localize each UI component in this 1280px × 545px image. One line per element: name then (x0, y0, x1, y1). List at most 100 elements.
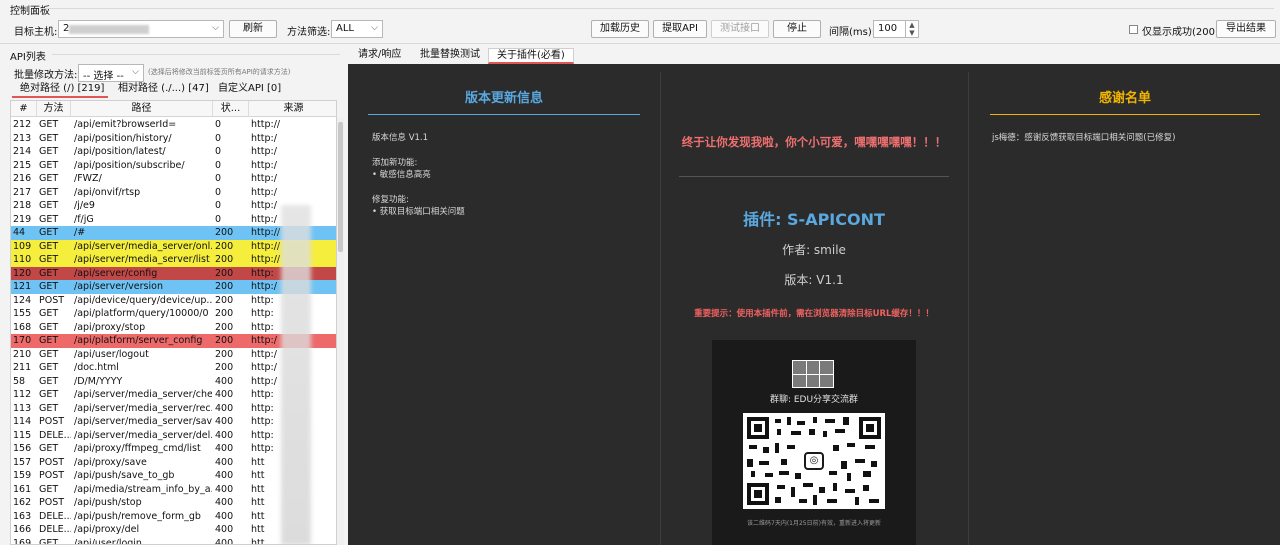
row-method: GET (39, 281, 59, 292)
api-table-header: # 方法 路径 状... 来源 (11, 101, 336, 117)
row-status: 200 (215, 294, 234, 306)
table-row[interactable]: 214 GET/api/position/latest/0 http:/ (11, 145, 336, 159)
row-status: 0 (215, 186, 222, 198)
row-index: 159 (13, 470, 32, 481)
only-success-checkbox[interactable] (1129, 25, 1138, 34)
row-index: 216 (13, 173, 32, 184)
api-list-title: API列表 (10, 52, 46, 63)
row-status: 200 (215, 240, 234, 252)
row-method: GET (39, 132, 59, 144)
row-index: 170 (13, 335, 32, 346)
scrollbar-thumb[interactable] (338, 122, 343, 252)
interval-label: 间隔(ms): (829, 27, 876, 38)
batch-method-label: 批量修改方法: (14, 70, 78, 81)
batch-method-select[interactable]: -- 选择 -- ⌵ (78, 64, 144, 82)
plugin-version: 版本: V1.1 (784, 273, 844, 287)
row-path: /api/proxy/ffmpeg_cmd/list (74, 443, 201, 454)
row-index: 213 (13, 132, 32, 144)
control-panel-title: 控制面板 (10, 6, 50, 17)
method-filter-label: 方法筛选: (287, 27, 331, 38)
test-api-button[interactable]: 测试接口 (711, 20, 769, 38)
row-index: 218 (13, 200, 32, 211)
row-method: GET (39, 254, 59, 265)
api-table: # 方法 路径 状... 来源 212 GET/api/emit?browserI… (10, 100, 337, 545)
fixed-features-title: 修复功能: (372, 195, 409, 205)
column-divider (660, 72, 661, 545)
banner-divider (679, 176, 949, 177)
row-path: /api/proxy/del (74, 524, 140, 535)
row-method: POST (39, 294, 65, 306)
row-index: 156 (13, 443, 32, 454)
row-index: 121 (13, 281, 32, 292)
row-path: /api/user/login (74, 537, 142, 545)
row-status: 200 (215, 321, 234, 333)
column-header-method[interactable]: 方法 (37, 101, 71, 117)
tab-request-response[interactable]: 请求/响应 (358, 48, 401, 64)
tab-relative-paths[interactable]: 相对路径 (./...) [47] (118, 82, 209, 98)
column-header-index[interactable]: # (11, 101, 37, 117)
extract-api-button[interactable]: 提取API (653, 20, 707, 38)
row-path: /api/server/media_server/che... (74, 389, 212, 400)
group-qr-card: 群聊: EDU分享交流群 ◎ 该二维码7天内(1月25日前)有效，重新进入将更新 (712, 340, 916, 545)
table-row[interactable]: 213 GET/api/position/history/0 http:/ (11, 132, 336, 146)
row-path: /doc.html (74, 362, 119, 373)
chevron-down-icon: ⌵ (132, 67, 139, 77)
table-row[interactable]: 216 GET/FWZ/0 http:/ (11, 172, 336, 186)
row-method: GET (39, 173, 59, 184)
row-status: 200 (215, 281, 234, 292)
column-header-source[interactable]: 来源 (249, 101, 336, 117)
column-header-status[interactable]: 状... (213, 101, 249, 117)
row-status: 0 (215, 119, 222, 130)
control-row: 目标主机: 2 ⌵ 刷新 方法筛选: ALL ⌵ 加载历史 提取API 测试接口… (0, 18, 1280, 40)
row-index: 110 (13, 254, 32, 265)
tab-about-plugin[interactable]: 关于插件(必看) (488, 48, 574, 64)
interval-input[interactable]: 100 (873, 20, 906, 38)
row-path: /# (74, 227, 86, 238)
row-index: 214 (13, 146, 32, 157)
row-index: 155 (13, 308, 32, 319)
load-history-button[interactable]: 加载历史 (591, 20, 649, 38)
row-method: GET (39, 119, 59, 130)
table-row[interactable]: 215 GET/api/position/subscribe/0 http:/ (11, 159, 336, 173)
row-status: 400 (215, 470, 234, 481)
tab-absolute-paths[interactable]: 绝对路径 (/) [219] (12, 82, 108, 98)
row-index: 217 (13, 186, 32, 198)
interval-spinner[interactable]: ▲ ▼ (905, 20, 919, 38)
row-status: 200 (215, 348, 234, 360)
export-button[interactable]: 导出结果 (1216, 20, 1276, 38)
only-success-label: 仅显示成功(200) (1142, 27, 1219, 38)
table-row[interactable]: 217 GET/api/onvif/rtsp 0 http:/ (11, 186, 336, 200)
refresh-button[interactable]: 刷新 (229, 20, 277, 38)
group-avatar (792, 360, 834, 388)
row-status: 400 (215, 456, 234, 468)
stop-button[interactable]: 停止 (773, 20, 821, 38)
row-index: 161 (13, 483, 32, 495)
row-index: 112 (13, 389, 32, 400)
row-path: /api/proxy/save (74, 456, 147, 468)
row-source: http:/ (251, 186, 277, 198)
row-status: 0 (215, 132, 222, 144)
row-method: DELE... (39, 524, 71, 535)
row-status: 200 (215, 362, 234, 373)
row-path: /api/server/media_server/list (74, 254, 210, 265)
row-index: 120 (13, 267, 32, 279)
column-header-path[interactable]: 路径 (71, 101, 213, 117)
row-status: 0 (215, 146, 222, 157)
table-row[interactable]: 212 GET/api/emit?browserId= 0 http:// (11, 118, 336, 132)
added-feature-item: • 敏感信息高亮 (372, 170, 431, 180)
tab-custom-api[interactable]: 自定义API [0] (218, 82, 281, 98)
row-path: /api/server/version (74, 281, 163, 292)
row-source: http:// (251, 119, 281, 130)
redacted-source-column (281, 205, 311, 544)
api-table-scrollbar[interactable] (337, 118, 344, 545)
tab-batch-replace-test[interactable]: 批量替换测试 (420, 48, 480, 64)
chevron-down-icon: ⌵ (212, 23, 219, 33)
method-filter-select[interactable]: ALL ⌵ (331, 20, 383, 38)
row-status: 200 (215, 308, 234, 319)
row-status: 400 (215, 429, 234, 441)
added-features-title: 添加新功能: (372, 158, 418, 168)
about-panel: 版本更新信息 版本信息 V1.1 添加新功能: • 敏感信息高亮 修复功能: •… (348, 64, 1280, 545)
target-host-select[interactable]: 2 ⌵ (58, 20, 224, 38)
row-method: GET (39, 267, 59, 279)
row-path: /api/user/logout (74, 348, 149, 360)
